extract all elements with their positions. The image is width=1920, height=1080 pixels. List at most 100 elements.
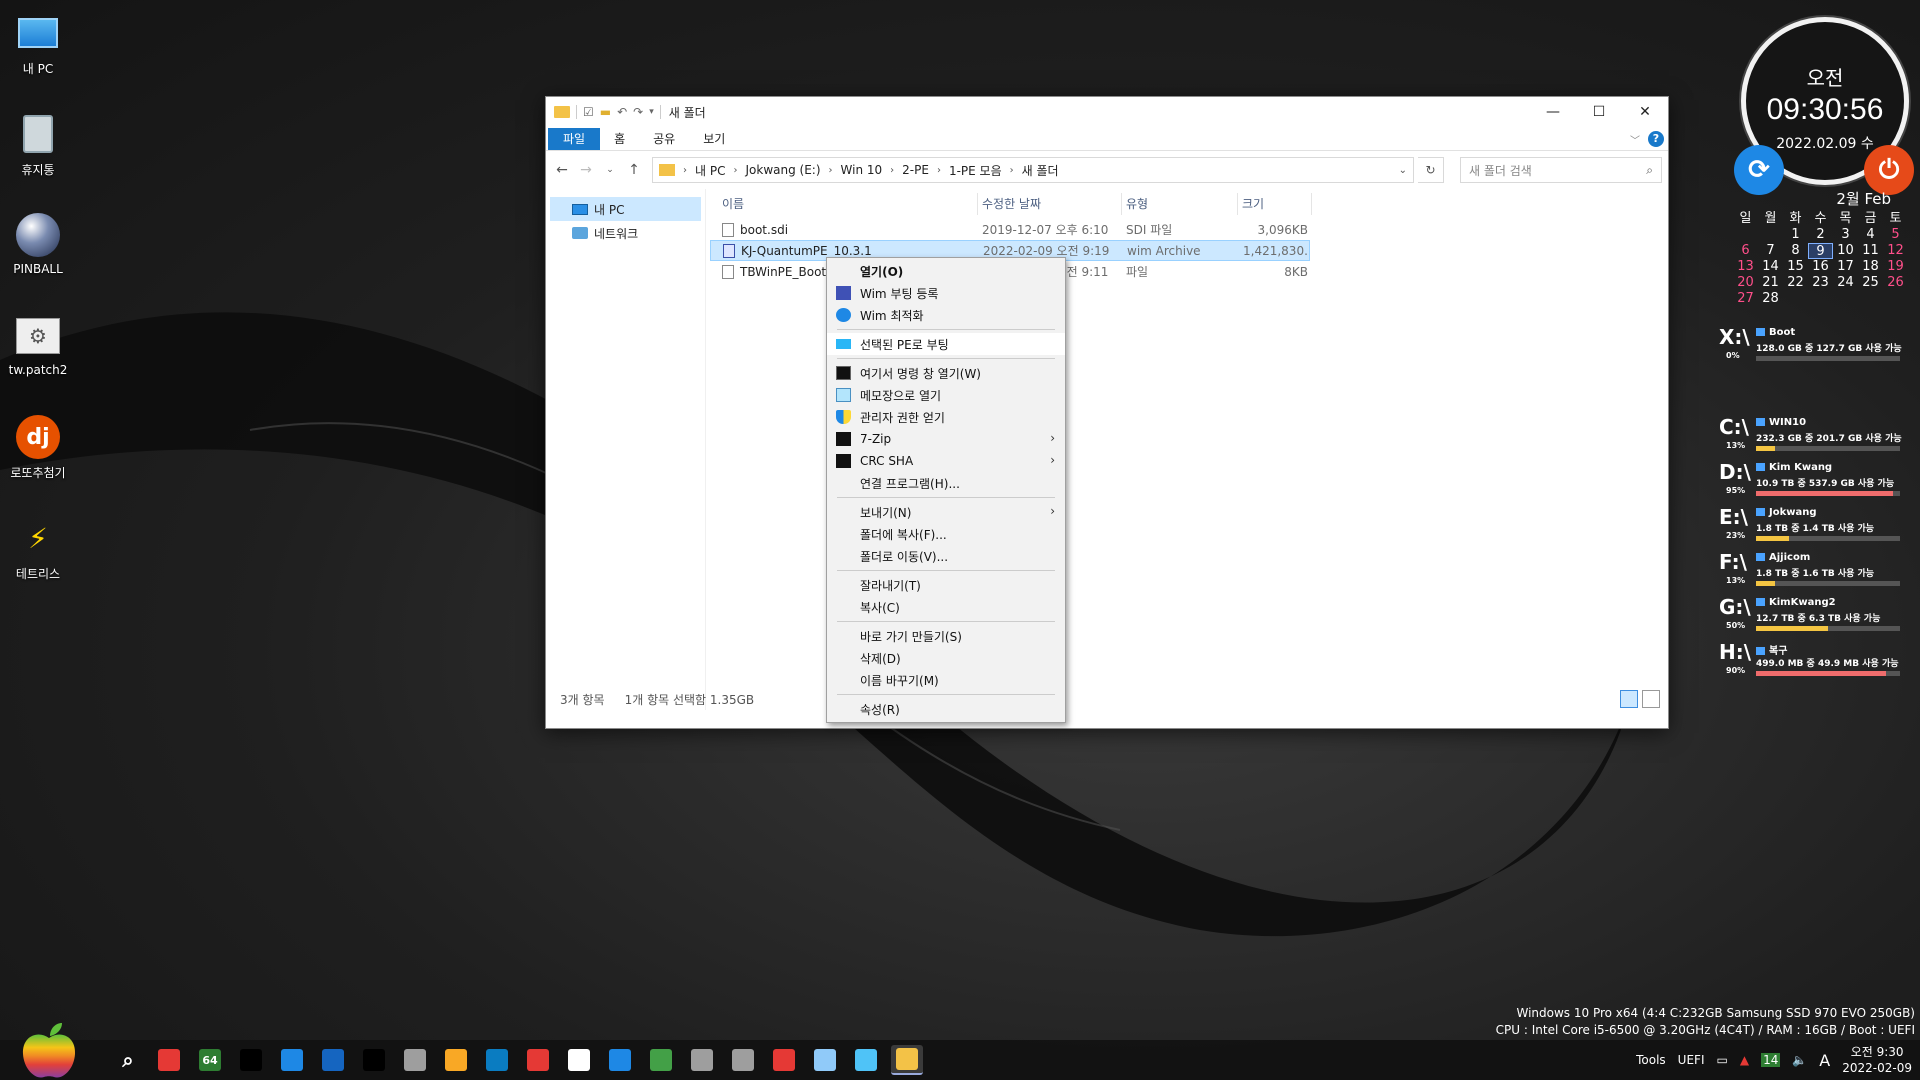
drive-meter[interactable]: G:\ 50% KimKwang2 12.7 TB 중 6.3 TB 사용 가능 <box>1716 595 1916 640</box>
calendar-day[interactable]: 22 <box>1783 275 1808 291</box>
menu-item[interactable]: 7-Zip › <box>827 428 1065 450</box>
desktop-icon[interactable]: PINBALL <box>0 208 76 309</box>
calendar-day[interactable]: 20 <box>1733 275 1758 291</box>
volume-icon[interactable]: 🔈 <box>1792 1053 1807 1067</box>
up-button[interactable]: ↑ <box>624 162 644 178</box>
undo-icon[interactable]: ↶ <box>617 105 627 119</box>
calendar-day[interactable]: 4 <box>1858 227 1883 243</box>
menu-item[interactable]: 속성(R) <box>827 698 1065 720</box>
desktop-icon[interactable]: dj 로또추첨기 <box>0 410 76 511</box>
edge-icon[interactable] <box>481 1045 513 1075</box>
cpu-64-icon[interactable]: 64 <box>194 1045 226 1075</box>
tab-share[interactable]: 공유 <box>639 128 689 150</box>
expand-ribbon-icon[interactable]: ﹀ <box>1630 132 1640 147</box>
tray-app-icon[interactable]: ▲ <box>1740 1053 1749 1067</box>
column-size[interactable]: 크기 <box>1238 193 1312 215</box>
desktop-icon[interactable]: 휴지통 <box>0 107 76 208</box>
tray-clock[interactable]: 오전 9:30 2022-02-09 <box>1842 1044 1912 1076</box>
drive-meter[interactable]: X:\ 0% Boot 128.0 GB 중 127.7 GB 사용 가능 <box>1716 325 1916 370</box>
breadcrumb-chevron-icon[interactable]: › <box>733 165 737 176</box>
sheet-icon[interactable] <box>235 1045 267 1075</box>
menu-item[interactable]: 선택된 PE로 부팅 <box>827 333 1065 355</box>
redo-icon[interactable]: ↷ <box>633 105 643 119</box>
calendar-day[interactable]: 5 <box>1883 227 1908 243</box>
input-language[interactable]: A <box>1819 1051 1830 1070</box>
refresh-button[interactable]: ↻ <box>1418 157 1444 183</box>
forward-button[interactable]: → <box>576 162 596 178</box>
folder-icon[interactable] <box>891 1045 923 1075</box>
network-status-icon[interactable]: ▭ <box>1716 1053 1727 1067</box>
bird-icon[interactable] <box>850 1045 882 1075</box>
calendar-day[interactable]: 3 <box>1833 227 1858 243</box>
calendar-day[interactable]: 24 <box>1833 275 1858 291</box>
menu-item[interactable]: 잘라내기(T) <box>827 574 1065 596</box>
search-icon[interactable]: ⌕ <box>112 1045 144 1075</box>
menu-item[interactable]: 연결 프로그램(H)... <box>827 472 1065 494</box>
color-icon[interactable] <box>768 1045 800 1075</box>
recent-locations-icon[interactable]: ⌄ <box>600 165 620 175</box>
menu-item[interactable]: 복사(C) <box>827 596 1065 618</box>
minimize-button[interactable]: — <box>1530 97 1576 127</box>
menu-item[interactable]: 폴더에 복사(F)... <box>827 523 1065 545</box>
tray-green-icon[interactable]: 14 <box>1761 1053 1781 1067</box>
calendar-day[interactable]: 26 <box>1883 275 1908 291</box>
start-apple-icon[interactable] <box>18 1020 80 1080</box>
calendar-day[interactable]: 7 <box>1758 243 1783 259</box>
column-date[interactable]: 수정한 날짜 <box>978 193 1122 215</box>
breadcrumb-item[interactable]: 새 폴더 <box>1022 162 1059 179</box>
calendar-day[interactable]: 2 <box>1808 227 1833 243</box>
menu-item[interactable]: Wim 최적화 <box>827 304 1065 326</box>
breadcrumb-chevron-icon[interactable]: › <box>829 165 833 176</box>
calendar-day[interactable]: 18 <box>1858 259 1883 275</box>
menu-item[interactable]: 보내기(N) › <box>827 501 1065 523</box>
calendar-day[interactable]: 27 <box>1733 291 1758 307</box>
calendar-day[interactable]: 11 <box>1858 243 1883 259</box>
calendar-day[interactable]: 12 <box>1883 243 1908 259</box>
menu-item[interactable]: 열기(O) <box>827 260 1065 282</box>
printer-icon[interactable] <box>686 1045 718 1075</box>
nav-item-this-pc[interactable]: 내 PC <box>550 197 701 221</box>
menu-item[interactable]: 관리자 권한 얻기 <box>827 406 1065 428</box>
calendar-day[interactable]: 13 <box>1733 259 1758 275</box>
breadcrumb-chevron-icon[interactable]: › <box>683 165 687 176</box>
breadcrumb-chevron-icon[interactable]: › <box>937 165 941 176</box>
tab-view[interactable]: 보기 <box>689 128 739 150</box>
customize-dropdown-icon[interactable]: ▾ <box>649 107 654 117</box>
large-icons-view-button[interactable] <box>1642 690 1660 708</box>
menu-item[interactable]: CRC SHA › <box>827 450 1065 472</box>
drive-meter[interactable]: E:\ 23% Jokwang 1.8 TB 중 1.4 TB 사용 가능 <box>1716 505 1916 550</box>
chrome-icon[interactable] <box>522 1045 554 1075</box>
tab-file[interactable]: 파일 <box>548 128 601 150</box>
drive-meter[interactable]: H:\ 90% 복구 499.0 MB 중 49.9 MB 사용 가능 <box>1716 640 1916 685</box>
calendar-day[interactable]: 8 <box>1783 243 1808 259</box>
desktop-icon[interactable]: ⚡ 테트리스 <box>0 511 76 612</box>
calendar-day[interactable]: 10 <box>1833 243 1858 259</box>
back-button[interactable]: ← <box>552 162 572 178</box>
photo-icon[interactable] <box>317 1045 349 1075</box>
menu-item[interactable]: 이름 바꾸기(M) <box>827 669 1065 691</box>
breadcrumb-chevron-icon[interactable]: › <box>1010 165 1014 176</box>
menu-item[interactable]: 바로 가기 만들기(S) <box>827 625 1065 647</box>
calculator-icon[interactable] <box>399 1045 431 1075</box>
maximize-button[interactable]: ☐ <box>1576 97 1622 127</box>
calendar-day[interactable]: 19 <box>1883 259 1908 275</box>
desktop-icon[interactable]: ⚙ tw.patch2 <box>0 309 76 410</box>
menu-item[interactable]: Wim 부팅 등록 <box>827 282 1065 304</box>
menu-item[interactable]: 폴더로 이동(V)... <box>827 545 1065 567</box>
calendar-day[interactable]: 25 <box>1858 275 1883 291</box>
tools-toolbar[interactable]: Tools <box>1636 1053 1666 1067</box>
monitor-icon[interactable] <box>276 1045 308 1075</box>
address-dropdown-icon[interactable]: ⌄ <box>1399 165 1407 176</box>
calendar-day[interactable]: 23 <box>1808 275 1833 291</box>
nav-item-network[interactable]: 네트워크 <box>546 221 705 245</box>
store-icon[interactable] <box>809 1045 841 1075</box>
calendar-day[interactable]: 16 <box>1808 259 1833 275</box>
calendar-day[interactable]: 15 <box>1783 259 1808 275</box>
calendar-day[interactable]: 1 <box>1783 227 1808 243</box>
breadcrumb-item[interactable]: 내 PC <box>695 162 725 179</box>
network-icon[interactable] <box>604 1045 636 1075</box>
file-row[interactable]: boot.sdi 2019-12-07 오후 6:10 SDI 파일 3,096KB <box>710 219 1310 240</box>
new-folder-icon[interactable]: ▬ <box>600 105 611 119</box>
drive-meter[interactable]: D:\ 95% Kim Kwang 10.9 TB 중 537.9 GB 사용 가능 <box>1716 460 1916 505</box>
tools-icon[interactable] <box>727 1045 759 1075</box>
